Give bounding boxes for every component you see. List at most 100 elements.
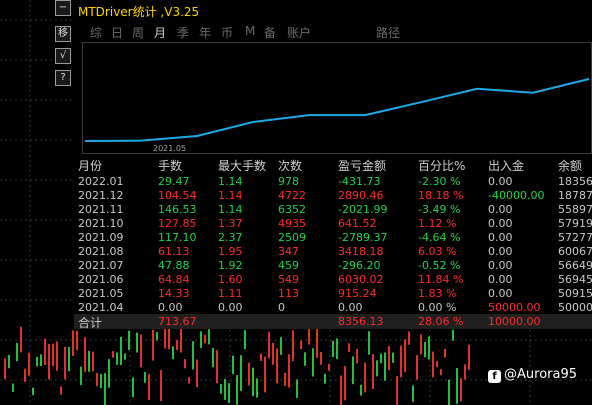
tab-notes[interactable]: 备 — [264, 24, 276, 41]
tab-year[interactable]: 年 — [199, 24, 211, 41]
cell-pct: -0.52 % — [418, 259, 461, 272]
candle — [100, 373, 102, 389]
candle — [232, 355, 234, 375]
candle — [72, 330, 74, 356]
cell-balance: 55897. — [558, 203, 592, 216]
candle — [456, 367, 458, 404]
candle — [396, 376, 398, 405]
cell-lots: 146.53 — [158, 203, 197, 216]
cell-flow: 0.00 — [488, 231, 513, 244]
candle — [196, 359, 198, 388]
cell-balance: 60067. — [558, 245, 592, 258]
candle — [388, 345, 390, 371]
candle — [200, 331, 202, 349]
candle — [344, 365, 346, 401]
candle — [52, 343, 54, 367]
candle — [96, 373, 98, 387]
candle — [420, 334, 422, 355]
equity-chart-svg: 2021.05 — [84, 78, 590, 153]
cell-month: 2021.06 — [78, 273, 124, 286]
candle — [324, 373, 326, 384]
candle — [140, 334, 142, 368]
candle — [220, 384, 222, 394]
cell-flow: 0.00 — [488, 203, 513, 216]
cell-pnl: 641.52 — [338, 217, 377, 230]
watermark-text: @Aurora95 — [504, 367, 577, 382]
cell-flow: 0.00 — [488, 175, 513, 188]
candle — [24, 368, 26, 382]
cell-balance: 18356. — [558, 175, 592, 188]
cell-lots: 117.10 — [158, 231, 197, 244]
cell-lots: 29.47 — [158, 175, 190, 188]
move-button[interactable]: 移 — [55, 26, 71, 42]
cell-count: 459 — [278, 259, 299, 272]
cell-pct: -2.30 % — [418, 175, 461, 188]
help-button[interactable]: ? — [55, 70, 71, 86]
candle — [240, 355, 242, 391]
cell-max: 1.37 — [218, 217, 243, 230]
table-row: 2021.09 117.10 2.37 2509 -2789.37 -4.64 % 0.00… — [74, 230, 592, 245]
candle — [168, 328, 170, 350]
candle — [32, 387, 34, 396]
header-max-lots: 最大手数 — [218, 159, 267, 173]
candle — [292, 330, 294, 362]
cell-flow: 0.00 — [488, 287, 513, 300]
cell-pnl: 3418.18 — [338, 245, 384, 258]
header-lots: 手数 — [158, 159, 183, 173]
candle — [128, 330, 130, 350]
cell-max: 1.60 — [218, 273, 243, 286]
candle — [416, 355, 418, 380]
stats-panel: MTDriver统计 ,V3.25 综 日 周 月 季 年 币 M 备 账户 路… — [74, 0, 592, 330]
cell-pct: 0.00 % — [418, 301, 457, 314]
candle — [12, 383, 14, 392]
tab-week[interactable]: 周 — [132, 24, 144, 41]
tab-quarter[interactable]: 季 — [177, 24, 189, 41]
cell-count: 4722 — [278, 189, 306, 202]
candle — [424, 341, 426, 358]
candle — [208, 329, 210, 345]
cell-pnl: -2021.99 — [338, 203, 388, 216]
tab-path[interactable]: 路径 — [376, 24, 400, 41]
table-row: 2021.10 127.85 1.37 4935 641.52 1.12 % 0.00 579… — [74, 216, 592, 231]
candle — [204, 334, 206, 344]
cell-month: 2021.10 — [78, 217, 124, 230]
candle — [152, 329, 154, 361]
candle — [16, 342, 18, 362]
candle — [360, 384, 362, 396]
tab-account[interactable]: 账户 — [287, 24, 311, 41]
cell-month: 2021.08 — [78, 245, 124, 258]
table-row: 2021.04 0.00 0.00 0 0.00 0.00 % 50000.00 50000. — [74, 300, 592, 315]
cell-pct: -4.64 % — [418, 231, 461, 244]
candle — [364, 362, 366, 393]
candle — [280, 337, 282, 355]
tab-month[interactable]: 月 — [154, 24, 166, 41]
candle — [236, 375, 238, 405]
table-row: 2021.11 146.53 1.14 6352 -2021.99 -3.49 % 0.00… — [74, 202, 592, 217]
candle — [452, 329, 454, 341]
cell-max: 1.14 — [218, 175, 243, 188]
cell-month: 2021.12 — [78, 189, 124, 202]
candle — [144, 372, 146, 383]
cell-pnl: 0.00 — [338, 301, 363, 314]
tab-currency[interactable]: 币 — [221, 24, 233, 41]
cell-max: 2.37 — [218, 231, 243, 244]
cell-pnl: 915.24 — [338, 287, 377, 300]
tab-m[interactable]: M — [245, 24, 255, 38]
candle — [124, 353, 126, 360]
candle — [120, 336, 122, 366]
cell-month: 2021.05 — [78, 287, 124, 300]
candle — [40, 354, 42, 366]
minimize-button[interactable]: − — [55, 0, 71, 16]
summary-percent: 28.06 % — [418, 315, 464, 328]
candle — [48, 343, 50, 380]
cell-balance: 18787. — [558, 189, 592, 202]
summary-lots: 713.67 — [158, 315, 197, 328]
tab-day[interactable]: 日 — [111, 24, 123, 41]
tab-overview[interactable]: 综 — [90, 24, 102, 41]
candle — [308, 328, 310, 345]
candle — [180, 327, 182, 353]
check-button[interactable]: √ — [55, 48, 71, 64]
summary-row: 合计 713.67 8356.13 28.06 % 10000.00 — [74, 314, 592, 330]
candle — [88, 350, 90, 372]
cell-max: 1.95 — [218, 245, 243, 258]
